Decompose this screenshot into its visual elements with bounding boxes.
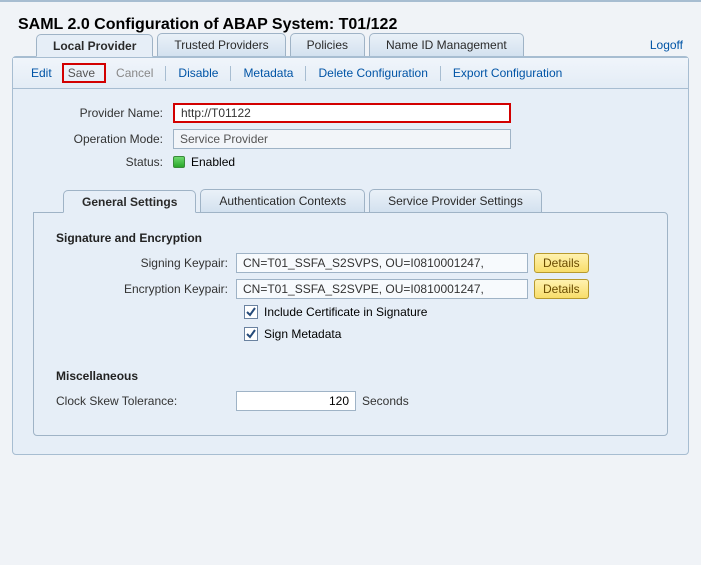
tab-policies[interactable]: Policies — [290, 33, 365, 56]
operation-mode-input — [173, 129, 511, 149]
metadata-button[interactable]: Metadata — [237, 64, 299, 82]
disable-button[interactable]: Disable — [172, 64, 224, 82]
export-configuration-button[interactable]: Export Configuration — [447, 64, 568, 82]
sign-metadata-label: Sign Metadata — [264, 327, 341, 341]
operation-mode-label: Operation Mode: — [33, 132, 173, 146]
top-tab-bar: Local Provider Trusted Providers Policie… — [12, 33, 701, 56]
check-icon — [246, 307, 256, 317]
tab-trusted-providers[interactable]: Trusted Providers — [157, 33, 285, 56]
local-provider-panel: Edit Save Cancel Disable Metadata Delete… — [12, 56, 689, 455]
signature-section-header: Signature and Encryption — [56, 231, 645, 245]
signing-keypair-label: Signing Keypair: — [56, 256, 236, 270]
sign-metadata-checkbox[interactable] — [244, 327, 258, 341]
check-icon — [246, 329, 256, 339]
tab-authentication-contexts[interactable]: Authentication Contexts — [200, 189, 365, 212]
toolbar-separator — [305, 66, 306, 81]
delete-configuration-button[interactable]: Delete Configuration — [312, 64, 433, 82]
inner-tab-bar: General Settings Authentication Contexts… — [33, 189, 668, 212]
status-value: Enabled — [191, 155, 235, 169]
tab-service-provider-settings[interactable]: Service Provider Settings — [369, 189, 542, 212]
signing-keypair-input — [236, 253, 528, 273]
tab-name-id-management[interactable]: Name ID Management — [369, 33, 524, 56]
toolbar: Edit Save Cancel Disable Metadata Delete… — [13, 57, 688, 89]
clock-skew-unit: Seconds — [362, 394, 409, 408]
encryption-keypair-label: Encryption Keypair: — [56, 282, 236, 296]
edit-button[interactable]: Edit — [25, 64, 58, 82]
toolbar-separator — [165, 66, 166, 81]
logoff-link[interactable]: Logoff — [650, 38, 683, 52]
encryption-keypair-input — [236, 279, 528, 299]
save-button[interactable]: Save — [62, 63, 106, 83]
tab-general-settings[interactable]: General Settings — [63, 190, 196, 213]
include-certificate-checkbox[interactable] — [244, 305, 258, 319]
include-certificate-label: Include Certificate in Signature — [264, 305, 427, 319]
cancel-button: Cancel — [110, 64, 159, 82]
encryption-details-button[interactable]: Details — [534, 279, 589, 299]
clock-skew-label: Clock Skew Tolerance: — [56, 394, 236, 408]
provider-name-label: Provider Name: — [33, 106, 173, 120]
provider-name-input[interactable] — [173, 103, 511, 123]
miscellaneous-section-header: Miscellaneous — [56, 369, 645, 383]
clock-skew-input[interactable] — [236, 391, 356, 411]
status-label: Status: — [33, 155, 173, 169]
status-enabled-icon — [173, 156, 185, 168]
general-settings-panel: Signature and Encryption Signing Keypair… — [33, 212, 668, 436]
toolbar-separator — [440, 66, 441, 81]
signing-details-button[interactable]: Details — [534, 253, 589, 273]
toolbar-separator — [230, 66, 231, 81]
tab-local-provider[interactable]: Local Provider — [36, 34, 153, 57]
